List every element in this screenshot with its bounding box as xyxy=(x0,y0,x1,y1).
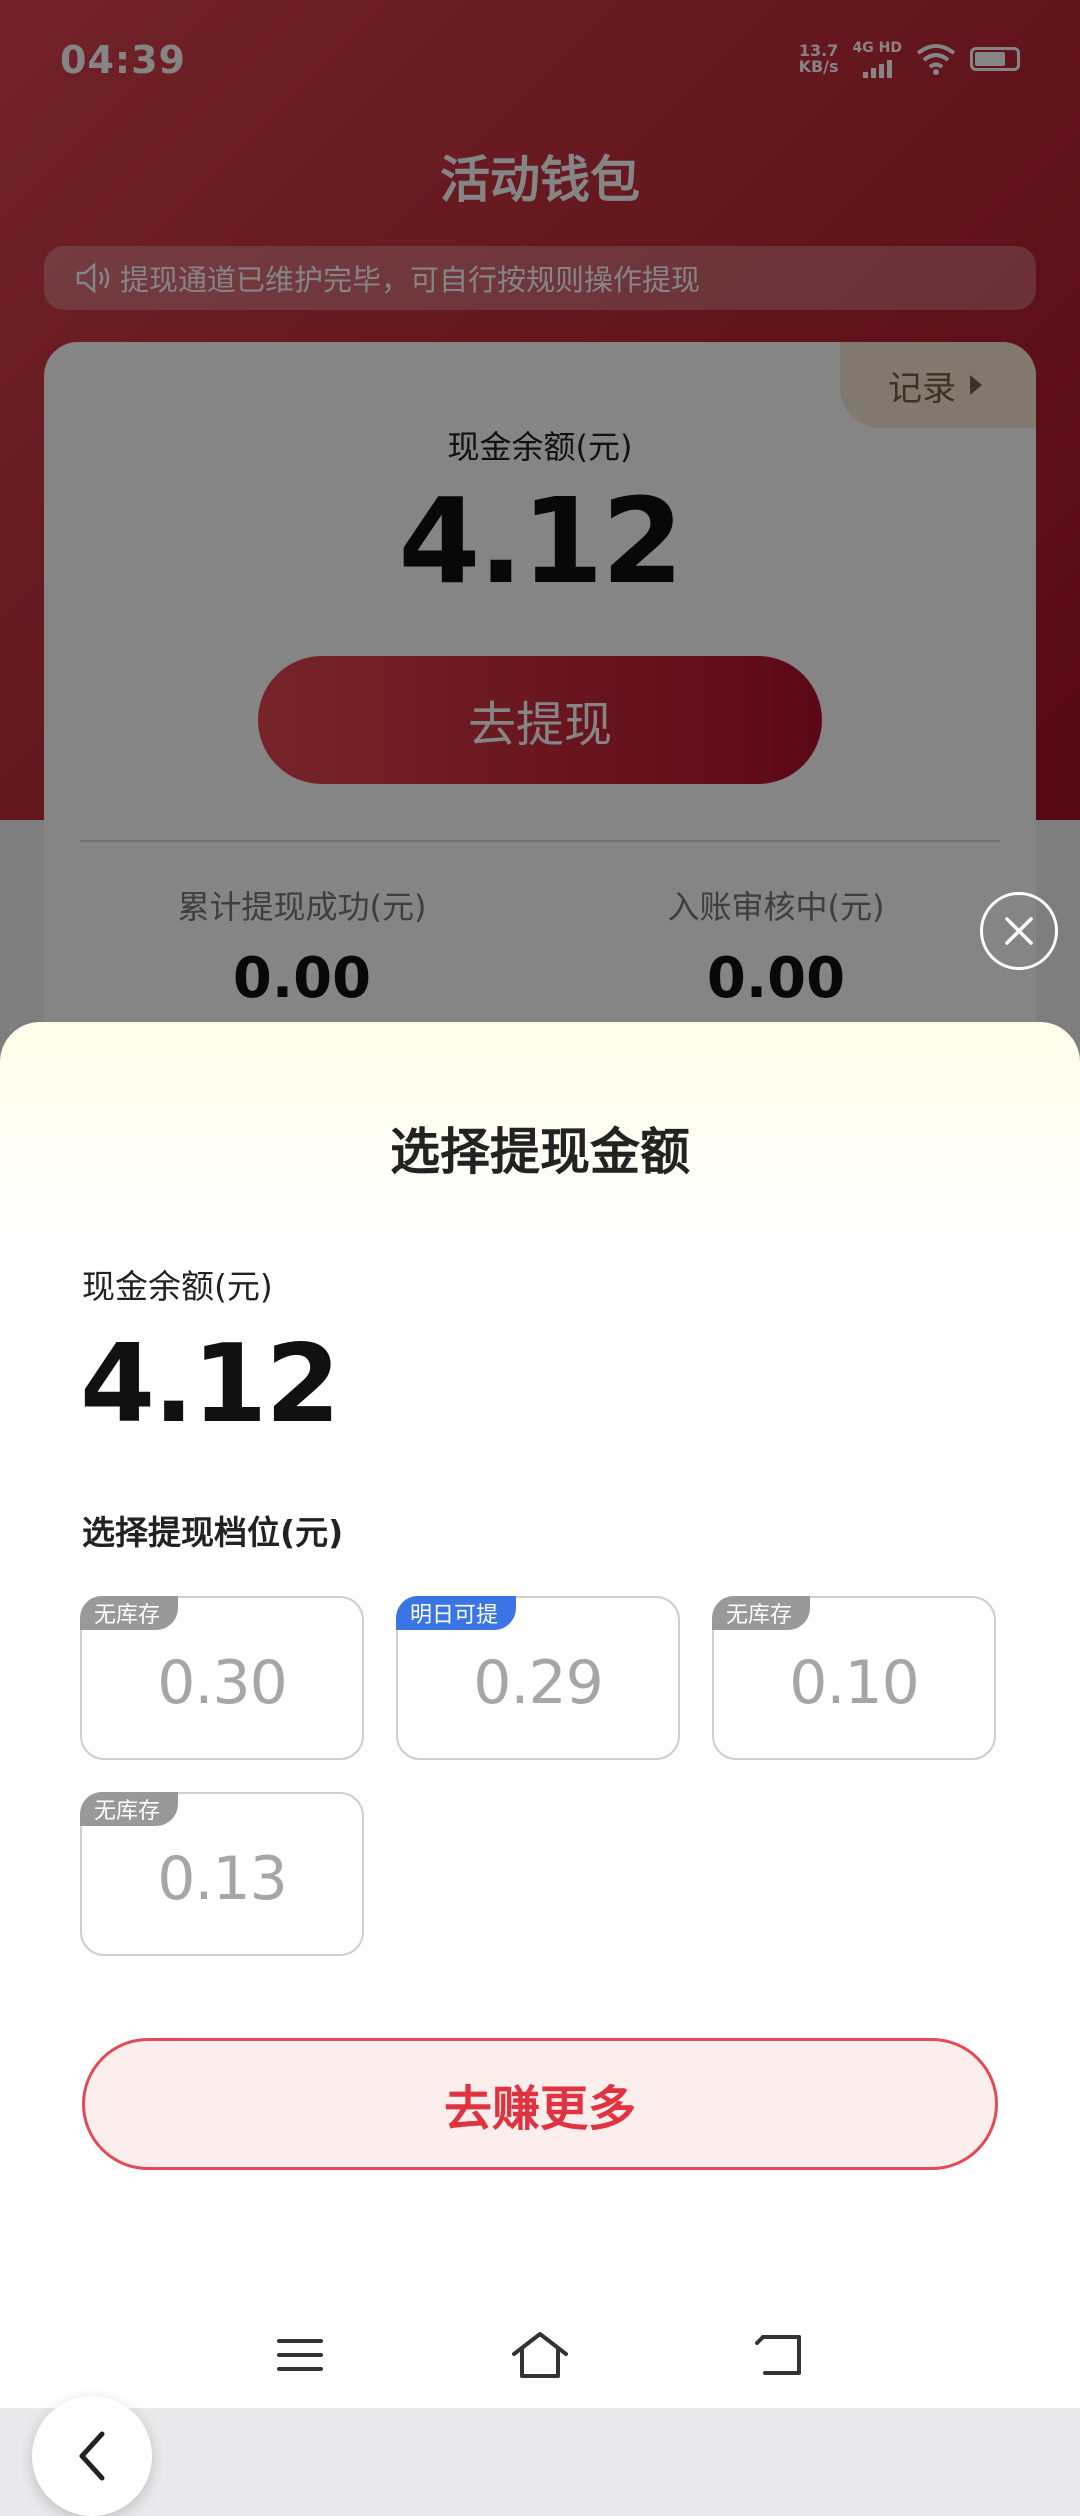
tier-option[interactable]: 无库存 0.30 xyxy=(80,1596,364,1760)
sheet-balance-label: 现金余额(元) xyxy=(82,1267,273,1306)
floating-back-button[interactable] xyxy=(32,2396,152,2516)
close-icon xyxy=(1005,917,1033,945)
tier-label: 选择提现档位(元) xyxy=(82,1513,344,1552)
close-button[interactable] xyxy=(980,892,1058,970)
tier-option[interactable]: 无库存 0.13 xyxy=(80,1792,364,1956)
tier-amount: 0.10 xyxy=(789,1648,920,1718)
back-icon xyxy=(755,2335,801,2375)
system-nav-bar xyxy=(0,2300,1080,2408)
tier-amount: 0.29 xyxy=(473,1648,604,1718)
sheet-balance-amount: 4.12 xyxy=(80,1322,340,1447)
stock-badge: 无库存 xyxy=(80,1596,179,1630)
tier-amount: 0.30 xyxy=(157,1648,288,1718)
nav-home-button[interactable] xyxy=(500,2320,580,2390)
availability-badge: 明日可提 xyxy=(396,1596,517,1630)
withdraw-amount-sheet: 选择提现金额 现金余额(元) 4.12 选择提现档位(元) 无库存 0.30 明… xyxy=(0,1022,1080,2516)
back-chevron-icon xyxy=(79,2431,105,2481)
nav-menu-button[interactable] xyxy=(260,2320,340,2390)
tier-option[interactable]: 明日可提 0.29 xyxy=(396,1596,680,1760)
tier-amount: 0.13 xyxy=(157,1844,288,1914)
nav-back-button[interactable] xyxy=(740,2320,820,2390)
earn-more-button[interactable]: 去赚更多 xyxy=(82,2038,998,2170)
home-icon xyxy=(512,2332,568,2378)
tier-option[interactable]: 无库存 0.10 xyxy=(712,1596,996,1760)
stock-badge: 无库存 xyxy=(80,1792,179,1826)
menu-icon xyxy=(277,2339,323,2371)
stock-badge: 无库存 xyxy=(712,1596,811,1630)
sheet-title: 选择提现金额 xyxy=(390,1123,690,1181)
